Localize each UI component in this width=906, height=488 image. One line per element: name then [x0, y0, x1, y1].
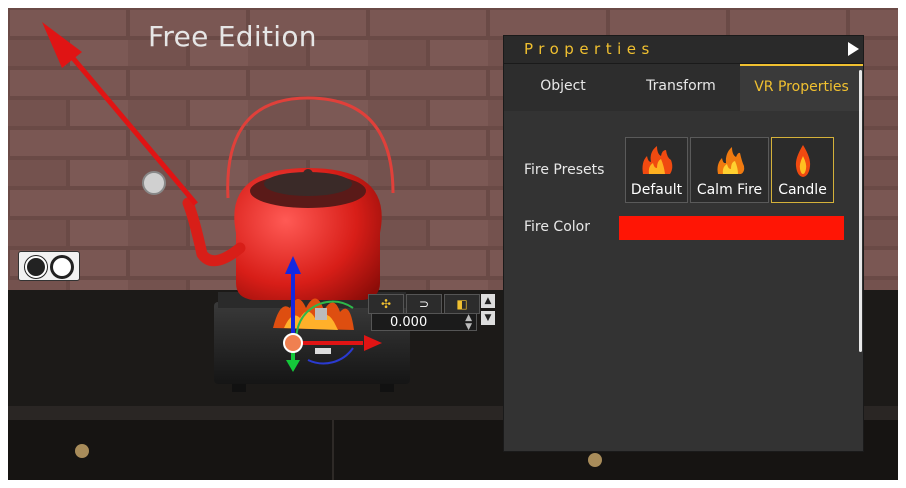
panel-scrollbar[interactable]	[859, 70, 862, 352]
preset-default[interactable]: Default	[625, 137, 688, 203]
rotate-icon[interactable]: ⊃	[406, 294, 442, 314]
candle-flame-icon	[795, 145, 810, 177]
decrement-icon[interactable]: ▼	[481, 311, 495, 325]
preset-label: Candle	[778, 182, 827, 198]
drawer-knob	[588, 453, 602, 467]
preset-candle[interactable]: Candle	[771, 137, 834, 203]
preset-calm-fire[interactable]: Calm Fire	[690, 137, 769, 203]
drawer-knob	[75, 444, 89, 458]
tab-vr-properties[interactable]: VR Properties	[740, 64, 863, 111]
properties-header: Properties	[504, 36, 863, 64]
fire-color-label: Fire Color	[524, 219, 590, 235]
light-source-icon[interactable]	[142, 171, 166, 195]
fire-presets-label: Fire Presets	[524, 162, 605, 178]
properties-tabs: Object Transform VR Properties	[504, 64, 863, 111]
move-icon[interactable]: ✣	[368, 294, 404, 314]
gizmo-value: 0.000	[390, 315, 428, 330]
preset-label: Calm Fire	[696, 182, 763, 198]
gizmo-center-handle[interactable]	[283, 333, 303, 353]
fire-icon	[717, 147, 744, 174]
fire-color-swatch[interactable]	[619, 216, 844, 240]
fire-icon	[642, 146, 672, 174]
stereo-view-toggle[interactable]	[18, 251, 80, 281]
tab-transform[interactable]: Transform	[622, 64, 740, 111]
panel-title: Properties	[524, 40, 655, 58]
properties-panel: Properties Object Transform VR Propertie…	[503, 35, 864, 452]
gizmo-stepper: ▲ ▼	[481, 294, 495, 328]
edition-watermark: Free Edition	[148, 20, 317, 53]
preset-label: Default	[630, 182, 683, 198]
gizmo-value-field[interactable]: 0.000 ▲ ▼	[371, 313, 477, 332]
tab-object[interactable]: Object	[504, 64, 622, 111]
scale-icon[interactable]: ◧	[444, 294, 480, 314]
right-eye-icon	[51, 256, 73, 278]
left-eye-icon	[25, 256, 47, 278]
increment-icon[interactable]: ▲	[481, 294, 495, 308]
spin-arrows-icon[interactable]: ▲ ▼	[465, 314, 472, 332]
gizmo-toolbar: ✣ ⊃ ◧	[368, 294, 480, 314]
collapse-arrow-icon[interactable]	[848, 42, 859, 56]
